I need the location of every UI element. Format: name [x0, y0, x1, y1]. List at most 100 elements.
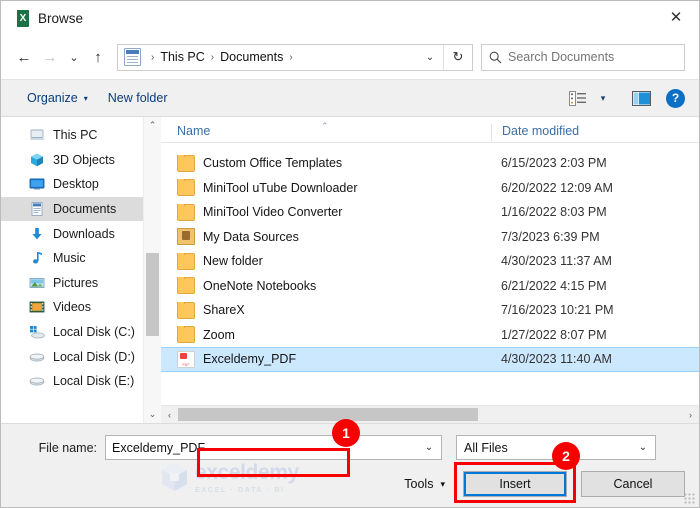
table-row[interactable]: ShareX 7/16/2023 10:21 PM: [161, 298, 699, 323]
sidebar-item-this-pc[interactable]: This PC: [1, 123, 161, 148]
filetype-combobox[interactable]: All Files ⌄: [456, 435, 656, 460]
file-name-label: Exceldemy_PDF: [203, 352, 297, 367]
command-bar-right: ▾ ?: [563, 85, 685, 111]
documents-icon: [29, 201, 45, 217]
table-row[interactable]: Custom Office Templates 6/15/2023 2:03 P…: [161, 151, 699, 176]
column-header-date-modified[interactable]: Date modified: [491, 124, 699, 142]
table-row[interactable]: OneNote Notebooks 6/21/2022 4:15 PM: [161, 274, 699, 299]
table-row[interactable]: Zoom 1/27/2022 8:07 PM: [161, 323, 699, 348]
search-input[interactable]: [508, 45, 684, 69]
filename-input[interactable]: [106, 437, 417, 458]
recent-locations-button[interactable]: ⌄: [63, 43, 85, 71]
sidebar-item-local-disk-e[interactable]: Local Disk (E:): [1, 369, 161, 394]
table-row[interactable]: My Data Sources 7/3/2023 6:39 PM: [161, 225, 699, 250]
file-date-cell: 7/3/2023 6:39 PM: [501, 229, 600, 244]
breadcrumb-separator-2: ›: [289, 51, 293, 63]
sidebar-item-3d-objects[interactable]: 3D Objects: [1, 148, 161, 173]
up-button[interactable]: ↑: [85, 43, 111, 71]
organize-button[interactable]: Organize ▾: [17, 85, 98, 111]
horizontal-scrollbar[interactable]: ‹ ›: [161, 405, 699, 423]
sidebar-item-documents[interactable]: Documents: [1, 196, 161, 222]
file-name-cell: OneNote Notebooks: [161, 277, 491, 295]
sidebar-item-downloads[interactable]: Downloads: [1, 221, 161, 246]
view-options-icon[interactable]: [563, 85, 591, 111]
filename-row: File name: ⌄ All Files ⌄: [15, 435, 685, 460]
sidebar-scroll-up-icon[interactable]: ⌃: [144, 117, 161, 134]
navigation-bar: ← → ⌄ ↑ › This PC › Documents › ⌄ ↻: [1, 35, 699, 79]
back-button[interactable]: ←: [11, 43, 37, 71]
table-row[interactable]: New folder 4/30/2023 11:37 AM: [161, 249, 699, 274]
filetype-dropdown-icon[interactable]: ⌄: [631, 436, 655, 459]
file-date-cell: 6/20/2022 12:09 AM: [501, 180, 613, 195]
breadcrumb-documents[interactable]: Documents: [219, 50, 284, 64]
table-row[interactable]: MiniTool uTube Downloader 6/20/2022 12:0…: [161, 176, 699, 201]
file-date-cell: 7/16/2023 10:21 PM: [501, 303, 614, 318]
folder-icon: [177, 203, 195, 221]
hscroll-left-icon[interactable]: ‹: [161, 406, 178, 423]
refresh-icon[interactable]: ↻: [444, 45, 472, 70]
file-date-cell: 1/27/2022 8:07 PM: [501, 327, 607, 342]
sidebar-scroll-down-icon[interactable]: ⌄: [144, 406, 161, 423]
documents-folder-icon: [124, 48, 141, 66]
browse-dialog: Browse ✕ ← → ⌄ ↑ › This PC › Documents ›…: [0, 0, 700, 508]
column-header-name[interactable]: ⌃ Name: [161, 121, 491, 142]
sidebar-item-local-disk-d[interactable]: Local Disk (D:): [1, 344, 161, 369]
this-pc-icon: [29, 127, 45, 143]
file-name-label: My Data Sources: [203, 229, 299, 244]
sidebar-item-music[interactable]: Music: [1, 246, 161, 271]
dialog-footer: File name: ⌄ All Files ⌄ Tools ▾ Insert …: [1, 423, 699, 507]
sidebar-scroll-thumb[interactable]: [146, 253, 159, 336]
file-name-cell: ShareX: [161, 301, 491, 319]
button-row: Tools ▾ Insert Cancel: [15, 471, 685, 497]
folder-icon: [177, 301, 195, 319]
pdf-icon: [177, 350, 195, 368]
file-rows: Custom Office Templates 6/15/2023 2:03 P…: [161, 143, 699, 405]
forward-button[interactable]: →: [37, 43, 63, 71]
sidebar-item-desktop[interactable]: Desktop: [1, 172, 161, 197]
title-bar: Browse ✕: [1, 1, 699, 35]
organize-label: Organize: [27, 91, 78, 105]
file-date-cell: 6/15/2023 2:03 PM: [501, 156, 607, 171]
file-date-cell: 1/16/2022 8:03 PM: [501, 205, 607, 220]
cancel-button[interactable]: Cancel: [581, 471, 685, 497]
sidebar-item-pictures[interactable]: Pictures: [1, 271, 161, 296]
chevron-down-icon: ▾: [83, 93, 88, 103]
close-icon[interactable]: ✕: [653, 1, 699, 34]
filename-combobox[interactable]: ⌄: [105, 435, 442, 460]
address-dropdown-icon[interactable]: ⌄: [417, 45, 443, 70]
sidebar-label-videos: Videos: [53, 300, 91, 315]
tools-button[interactable]: Tools ▾: [404, 477, 449, 491]
sidebar-label-local-disk-c: Local Disk (C:): [53, 325, 135, 340]
hscroll-thumb[interactable]: [178, 408, 478, 421]
sidebar-item-videos[interactable]: Videos: [1, 295, 161, 320]
preview-pane-icon[interactable]: [627, 85, 655, 111]
new-folder-button[interactable]: New folder: [98, 85, 178, 111]
column-header-name-label: Name: [177, 124, 211, 138]
breadcrumb-separator-1: ›: [210, 51, 215, 63]
breadcrumb-this-pc[interactable]: This PC: [159, 50, 205, 64]
help-icon[interactable]: ?: [666, 88, 685, 108]
sidebar-label-3d-objects: 3D Objects: [53, 152, 115, 167]
folder-icon: [177, 154, 195, 172]
sidebar-item-local-disk-c[interactable]: Local Disk (C:): [1, 320, 161, 345]
folder-icon: [177, 252, 195, 270]
file-name-cell: MiniTool uTube Downloader: [161, 179, 491, 197]
filename-dropdown-icon[interactable]: ⌄: [417, 436, 441, 459]
search-icon: [482, 45, 508, 70]
table-row[interactable]: MiniTool Video Converter 1/16/2022 8:03 …: [161, 200, 699, 225]
sidebar-scrollbar[interactable]: ⌃ ⌄: [143, 117, 161, 423]
address-bar[interactable]: › This PC › Documents › ⌄ ↻: [117, 43, 473, 71]
search-box[interactable]: [481, 43, 685, 71]
sidebar-label-music: Music: [53, 251, 86, 266]
hscroll-right-icon[interactable]: ›: [682, 406, 699, 423]
resize-grip-icon[interactable]: [684, 493, 695, 504]
window-title: Browse: [38, 10, 84, 26]
file-name-cell: My Data Sources: [161, 228, 491, 246]
file-name-cell: Zoom: [161, 326, 491, 344]
view-dropdown-icon[interactable]: ▾: [593, 85, 613, 111]
folder-icon: [177, 326, 195, 344]
insert-button[interactable]: Insert: [463, 471, 567, 497]
file-name-cell: New folder: [161, 252, 491, 270]
videos-icon: [29, 299, 45, 315]
table-row-selected[interactable]: Exceldemy_PDF 4/30/2023 11:40 AM: [161, 347, 699, 372]
